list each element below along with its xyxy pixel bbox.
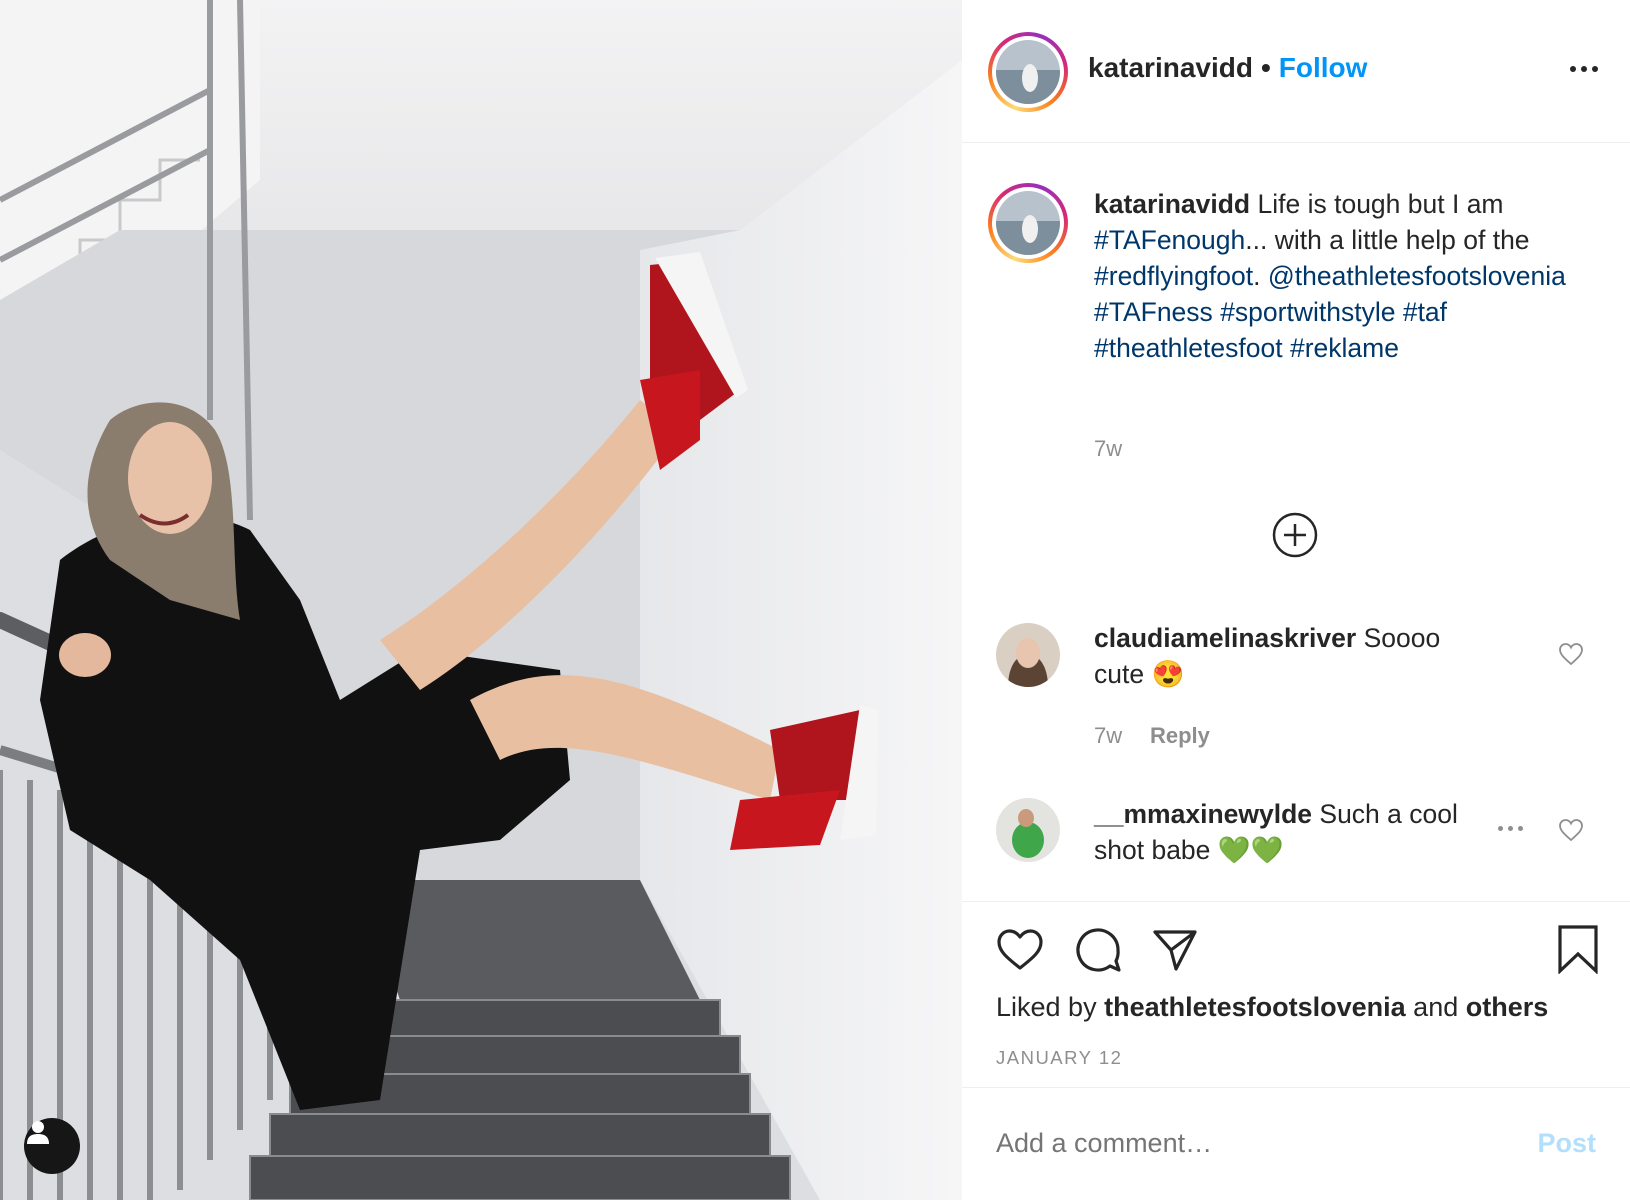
caption-text: . <box>1253 261 1261 291</box>
post-date[interactable]: JANUARY 12 <box>996 1047 1122 1069</box>
comment: claudiamelinaskriver Soooo cute 😍 <box>1094 620 1494 692</box>
caption-text: ... with a little help of the <box>1245 225 1530 255</box>
hashtag-link[interactable]: #reklame <box>1290 333 1399 363</box>
hashtag-link[interactable]: #theathletesfoot <box>1094 333 1283 363</box>
hashtag-link[interactable]: #sportwithstyle <box>1220 297 1395 327</box>
comment-timestamp[interactable]: 7w <box>1094 723 1122 749</box>
avatar <box>996 40 1060 104</box>
mention-link[interactable]: @theathletesfootslovenia <box>1268 261 1566 291</box>
post-comment-button[interactable]: Post <box>1537 1128 1596 1159</box>
like-heart-icon[interactable] <box>996 928 1044 972</box>
avatar[interactable] <box>996 623 1060 687</box>
liked-and: and <box>1413 992 1459 1022</box>
post-side-panel: katarinavidd • Follow katarinavidd Life is… <box>962 0 1630 1200</box>
comment-bubble-icon[interactable] <box>1074 926 1122 974</box>
photo-illustration <box>0 0 962 1200</box>
hashtag-link[interactable]: #taf <box>1403 297 1447 327</box>
avatar[interactable] <box>996 798 1060 862</box>
caption-timestamp[interactable]: 7w <box>1094 436 1122 462</box>
save-bookmark-icon[interactable] <box>1556 924 1600 974</box>
caption-username[interactable]: katarinavidd <box>1094 189 1250 219</box>
post-photo[interactable] <box>0 0 962 1200</box>
comment-emoji: 💚💚 <box>1217 835 1284 865</box>
post-caption: katarinavidd Life is tough but I am #TAF… <box>1094 186 1594 366</box>
comment-like-heart-icon[interactable] <box>1558 818 1584 842</box>
header-separator: • <box>1260 52 1271 83</box>
add-comment-input[interactable] <box>996 1128 1516 1159</box>
header-username[interactable]: katarinavidd <box>1088 52 1253 83</box>
hashtag-link[interactable]: #redflyingfoot <box>1094 261 1253 291</box>
comment-more-icon[interactable] <box>1498 826 1523 831</box>
divider <box>962 901 1630 902</box>
comment-like-heart-icon[interactable] <box>1558 642 1584 666</box>
divider <box>962 1087 1630 1088</box>
hashtag-link[interactable]: #TAFenough <box>1094 225 1245 255</box>
reply-button[interactable]: Reply <box>1150 723 1210 749</box>
load-more-comments-icon[interactable] <box>1272 512 1318 558</box>
comment-emoji: 😍 <box>1151 659 1185 689</box>
liked-prefix: Liked by <box>996 992 1097 1022</box>
tagged-user-button[interactable] <box>24 1118 80 1174</box>
comment: __mmaxinewylde Such a cool shot babe 💚💚 <box>1094 796 1479 868</box>
post-header: katarinavidd • Follow <box>962 0 1630 143</box>
caption-text: Life is tough but I am <box>1257 189 1504 219</box>
liked-by-user-link[interactable]: theathletesfootslovenia <box>1104 992 1406 1022</box>
caption-avatar[interactable] <box>988 183 1068 263</box>
user-icon <box>27 1121 49 1144</box>
more-horizontal-icon[interactable] <box>1570 66 1598 72</box>
comment-username[interactable]: claudiamelinaskriver <box>1094 623 1356 653</box>
likes-summary: Liked by theathletesfootslovenia and oth… <box>996 992 1548 1023</box>
comment-username[interactable]: __mmaxinewylde <box>1094 799 1312 829</box>
share-send-icon[interactable] <box>1152 928 1198 972</box>
avatar <box>996 191 1060 255</box>
follow-button[interactable]: Follow <box>1279 52 1368 83</box>
hashtag-link[interactable]: #TAFness <box>1094 297 1213 327</box>
liked-others-link[interactable]: others <box>1466 992 1549 1022</box>
story-ring-avatar[interactable] <box>988 32 1068 112</box>
